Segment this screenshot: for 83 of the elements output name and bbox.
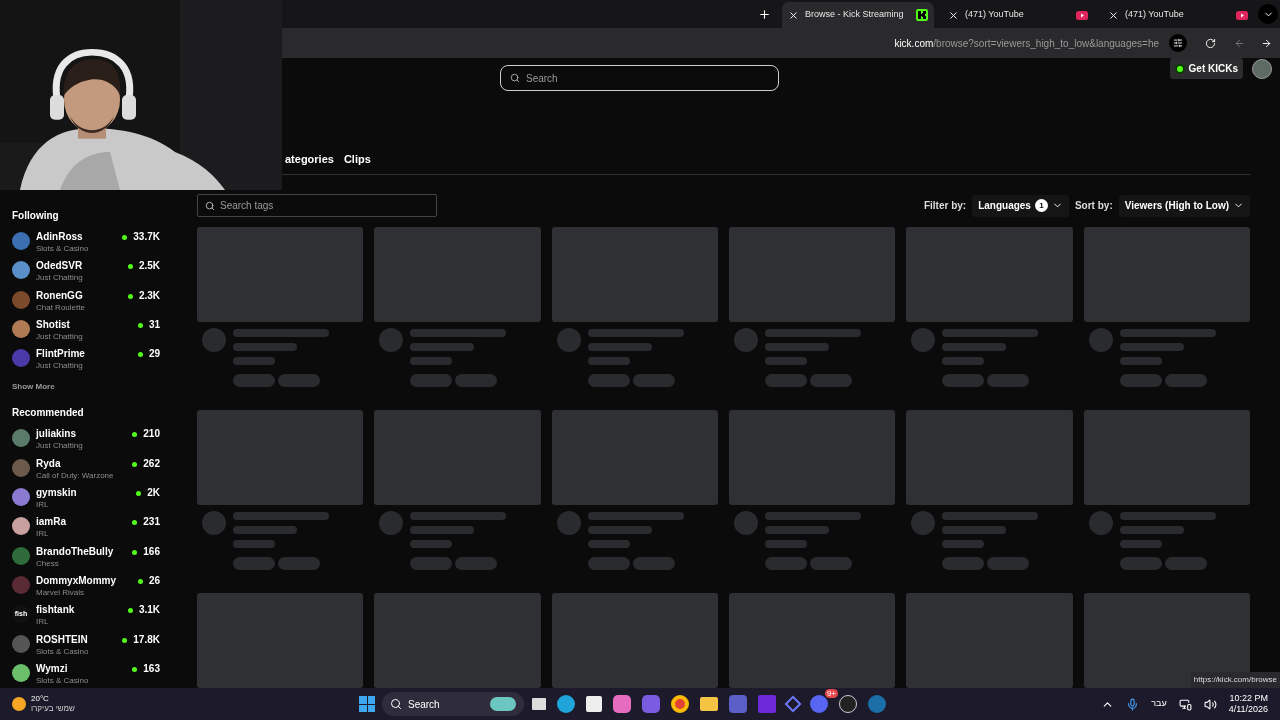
browser-tab[interactable]: (471) YouTube [942,2,1094,28]
channel-item[interactable]: iamRa IRL 231 [12,516,160,546]
taskbar-search-field[interactable]: Search [382,692,524,716]
viewer-count: 231 [143,516,160,529]
channel-category: Slots & Casino [36,674,90,687]
search-field[interactable]: Search [500,65,779,91]
channel-category: Chess [36,557,60,570]
get-kicks-button[interactable]: Get KICKs [1169,58,1243,79]
channel-item[interactable]: Shotist Just Chatting 31 [12,318,160,349]
channel-category: Just Chatting [36,440,84,453]
channel-item[interactable]: AdinRoss Slots & Casino 33.7K [12,231,160,261]
channel-name: BrandoTheBully [36,545,115,558]
channel-name: AdinRoss [36,231,84,243]
tags-search-field[interactable]: Search tags [197,194,437,217]
browser-tab[interactable]: Browse - Kick Streaming [782,2,934,28]
viewer-count: 166 [143,545,160,558]
notification-badge: 9+ [824,689,838,698]
channel-name: Ryda [36,457,62,470]
viewer-count: 2.5K [138,260,160,273]
channel-name: ROSHTEIN [36,633,89,646]
channel-name: gymskin [36,487,78,500]
section-title: Following [12,209,60,223]
channel-item[interactable]: RonenGG Chat Roulette 2.3K [12,289,160,319]
channel-item[interactable]: juliakins Just Chatting 210 [12,428,160,458]
languages-dropdown[interactable]: Languages 1 [972,194,1069,217]
channel-name: RonenGG [36,289,84,302]
viewer-count: 29 [148,348,160,361]
viewer-count: 17.8K [133,633,160,646]
tab-title: (471) YouTube [965,8,1025,22]
channel-item[interactable]: ROSHTEIN Slots & Casino 17.8K [12,633,160,663]
link-preview: https://kick.com/browse [1190,672,1280,688]
channel-item[interactable]: FlintPrime Just Chatting 29 [12,348,160,378]
channel-item[interactable]: BrandoTheBully Chess 166 [12,545,160,575]
channel-category: Slots & Casino [36,243,90,255]
address-text[interactable]: kick.com/browse?sort=viewers_high_to_low&languages=he [894,35,1159,51]
channel-name: FlintPrime [36,348,86,361]
weather-text: שמשי בעיקרו [31,704,75,714]
channel-item[interactable]: OdedSVR Just Chatting 2.5K [12,260,160,290]
channel-name: Wymzi [36,662,69,675]
channel-category: Marvel Rivals [36,586,85,599]
channel-category: Call of Duty: Warzone [36,469,115,482]
browse-tab[interactable]: ategories [285,151,334,168]
channel-name: Shotist [36,318,71,331]
viewer-count: 210 [143,428,160,441]
tab-title: Browse - Kick Streaming [805,8,905,22]
language-indicator[interactable]: עבר [1151,697,1167,711]
clock-time: 10:22 PM [1229,693,1268,704]
channel-category: Chat Roulette [36,301,86,314]
count-badge: 1 [1034,199,1048,212]
filter-label: Filter by: [923,199,967,213]
channel-name: OdedSVR [36,260,84,273]
channel-category: IRL [36,528,50,541]
channel-name: iamRa [36,516,67,529]
channel-category: Just Chatting [36,360,84,373]
show-more-link[interactable]: Show More [12,381,160,394]
channel-item[interactable]: Wymzi Slots & Casino 163 [12,662,160,693]
channel-name: fishtank [36,604,76,617]
viewer-count: 163 [143,662,160,675]
channel-category: Slots & Casino [36,645,90,658]
viewer-count: 33.7K [133,231,160,243]
channel-category: Just Chatting [36,330,84,343]
channel-category: IRL [36,499,50,512]
temperature: 20°C [31,694,50,704]
viewer-count: 2.3K [138,289,160,302]
tab-title: (471) YouTube [1125,8,1185,22]
viewer-count: 2K [147,487,160,500]
viewer-count: 31 [148,318,160,331]
channel-category: IRL [36,616,50,629]
sort-dropdown[interactable]: Viewers (High to Low) [1118,194,1250,217]
viewer-count: 262 [143,457,160,470]
channel-name: juliakins [36,428,77,441]
viewer-count: 3.1K [138,604,160,617]
clock-date: 4/11/2026 [1228,704,1268,715]
channel-name: DommyxMommy [36,574,118,587]
channel-item[interactable]: Ryda Call of Duty: Warzone 262 [12,457,160,488]
channel-item[interactable]: DommyxMommy Marvel Rivals 26 [12,574,160,605]
channel-category: Just Chatting [36,272,84,285]
viewer-count: 26 [148,574,160,587]
channel-item[interactable]: gymskin IRL 2K [12,487,160,517]
section-title: Recommended [12,406,85,421]
sort-label: Sort by: [1074,199,1113,213]
browser-tab[interactable]: (471) YouTube [1102,2,1254,28]
browse-tab[interactable]: Clips [343,151,371,168]
